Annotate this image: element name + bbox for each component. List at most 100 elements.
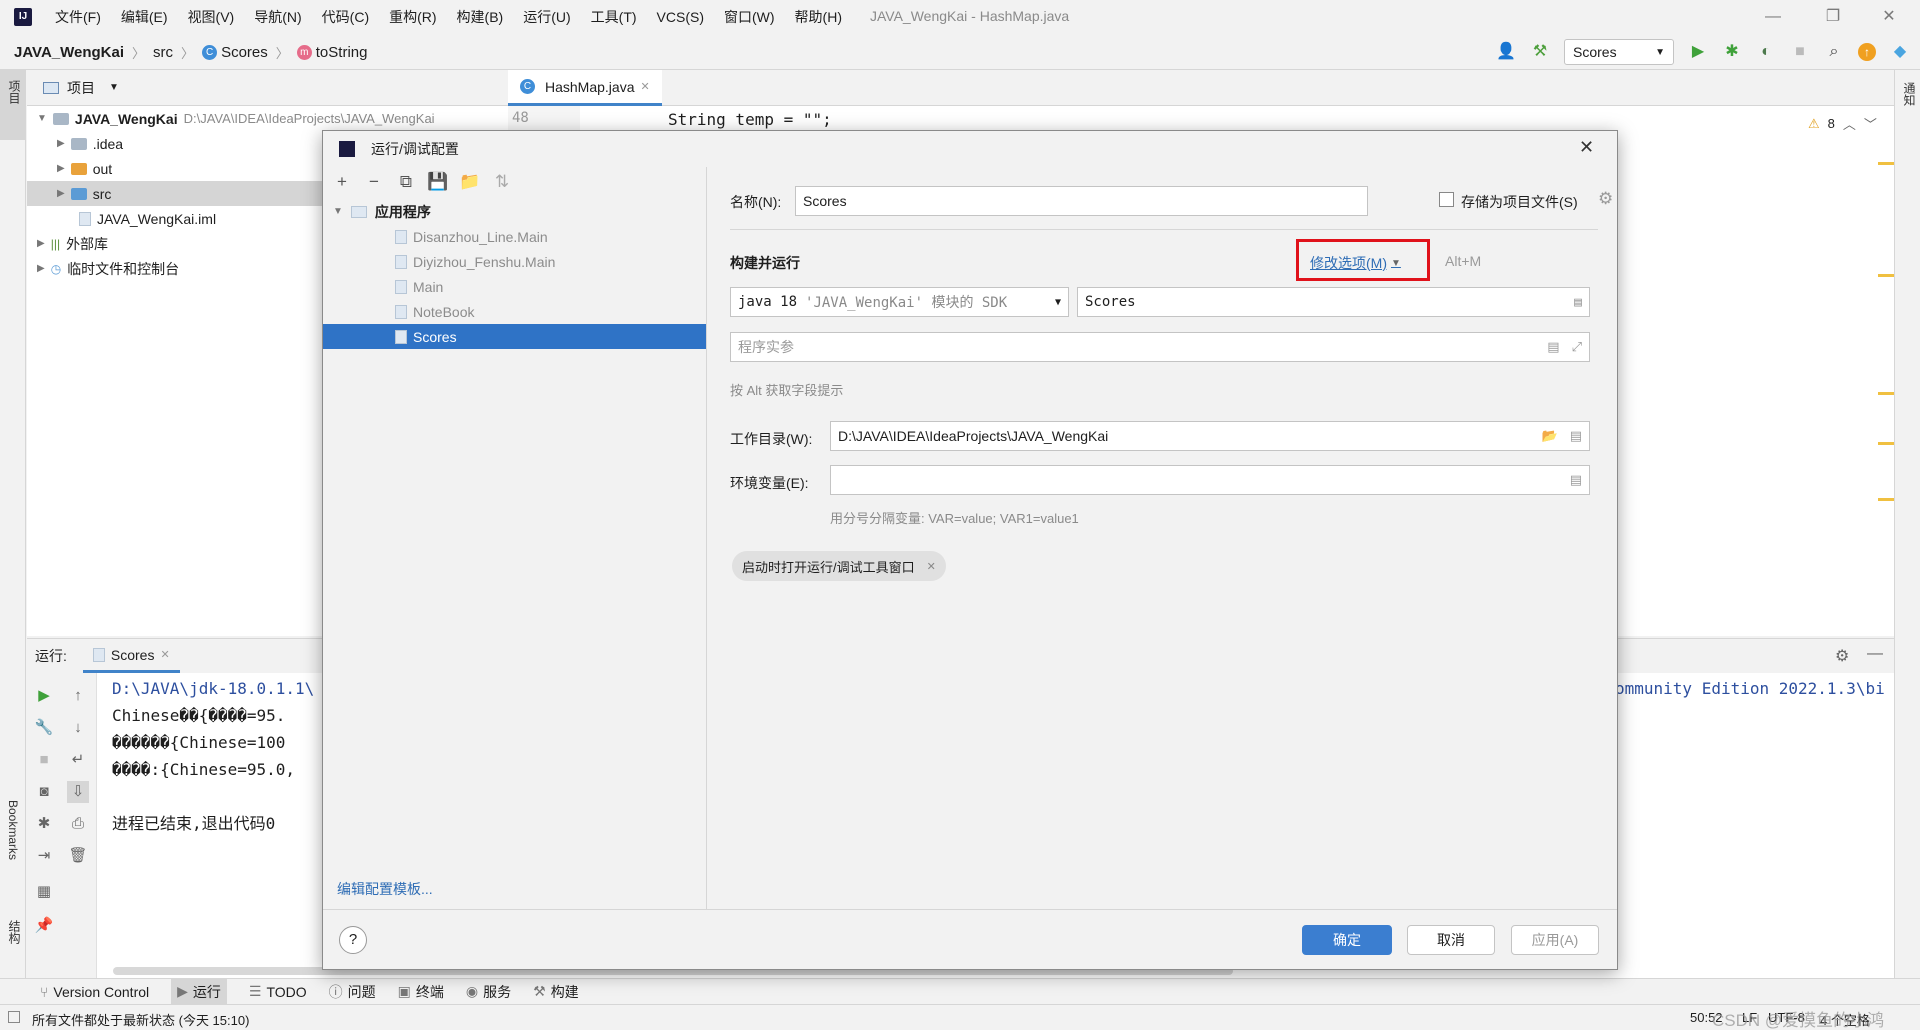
config-group-application[interactable]: ▼ 应用程序	[323, 199, 706, 224]
tool-build[interactable]: ⚒ 构建	[533, 982, 579, 1002]
trash-icon[interactable]: 🗑	[67, 845, 89, 867]
build-hammer-icon[interactable]: ⚒	[1530, 42, 1550, 62]
menu-refactor[interactable]: 重构(R)	[388, 7, 437, 27]
notifications-stripe-tab[interactable]: 通知	[1901, 82, 1918, 106]
soft-wrap-icon[interactable]: ↵	[67, 749, 89, 771]
config-item[interactable]: Disanzhou_Line.Main	[323, 224, 706, 249]
gear-icon[interactable]: ⚙	[1598, 189, 1613, 209]
apply-button[interactable]: 应用(A)	[1511, 925, 1599, 955]
code-line[interactable]: String temp = "";	[668, 110, 832, 129]
coverage-icon[interactable]: ◐	[1756, 42, 1776, 62]
store-as-file-checkbox[interactable]	[1439, 192, 1454, 207]
chevron-down-icon[interactable]: ﹀	[1864, 114, 1877, 133]
workdir-input[interactable]: D:\JAVA\IDEA\IdeaProjects\JAVA_WengKai 📂…	[830, 421, 1590, 451]
config-item[interactable]: Diyizhou_Fenshu.Main	[323, 249, 706, 274]
tool-run[interactable]: ▶ 运行	[171, 978, 227, 1005]
run-tab-scores[interactable]: Scores ✕	[82, 639, 180, 673]
name-input[interactable]: Scores	[795, 186, 1368, 216]
tool-todo[interactable]: ☰ TODO	[249, 983, 307, 1000]
gear-icon[interactable]: ⚙	[1835, 646, 1849, 666]
print-icon[interactable]: ⎙	[67, 813, 89, 835]
open-tool-window-chip[interactable]: 启动时打开运行/调试工具窗口 ✕	[732, 551, 946, 581]
breadcrumb-src[interactable]: src	[153, 44, 173, 61]
wrench-icon[interactable]: 🔧	[33, 717, 55, 739]
rerun-icon[interactable]: ▶	[33, 685, 55, 707]
chevron-down-icon[interactable]: ▼	[109, 82, 119, 93]
restore-button[interactable]: ❐	[1810, 4, 1856, 30]
new-folder-icon[interactable]: 📁	[457, 169, 483, 195]
menu-view[interactable]: 视图(V)	[187, 7, 236, 27]
save-config-icon[interactable]: 💾	[425, 169, 451, 195]
copy-config-icon[interactable]: ⧉	[393, 169, 419, 195]
add-config-icon[interactable]: +	[329, 169, 355, 195]
help-button[interactable]: ?	[339, 926, 367, 954]
insert-macro-icon[interactable]: ▤	[1547, 339, 1559, 355]
close-tab-icon[interactable]: ✕	[641, 80, 650, 93]
tree-root[interactable]: ▼ JAVA_WengKai D:\JAVA\IDEA\IdeaProjects…	[27, 106, 587, 131]
menu-help[interactable]: 帮助(H)	[794, 7, 843, 27]
breadcrumb-project[interactable]: JAVA_WengKai	[14, 44, 124, 61]
sort-icon[interactable]: ⇅	[489, 169, 515, 195]
close-window-button[interactable]: ✕	[1866, 4, 1912, 30]
env-input[interactable]: ▤	[830, 465, 1590, 495]
menu-tools[interactable]: 工具(T)	[590, 7, 638, 27]
bookmarks-stripe-tab[interactable]: Bookmarks	[6, 800, 20, 860]
editor-tab-hashmap[interactable]: C HashMap.java ✕	[508, 70, 662, 106]
menu-window[interactable]: 窗口(W)	[723, 7, 776, 27]
layout-toggle-icon[interactable]	[8, 1011, 20, 1023]
debug-pause-icon[interactable]: ✱	[33, 813, 55, 835]
layout-icon[interactable]: ▦	[33, 881, 55, 903]
stop-icon[interactable]: ■	[33, 749, 55, 771]
config-item[interactable]: Main	[323, 274, 706, 299]
edit-env-icon[interactable]: ▤	[1570, 472, 1582, 488]
tool-version-control[interactable]: ⑂ Version Control	[40, 984, 149, 1000]
inspection-widget[interactable]: ⚠ 8 ︿ ﹀	[1808, 114, 1877, 133]
exit-icon[interactable]: ⇥	[33, 845, 55, 867]
camera-icon[interactable]: ◙	[33, 781, 55, 803]
menu-code[interactable]: 代码(C)	[321, 7, 370, 27]
menu-edit[interactable]: 编辑(E)	[120, 7, 169, 27]
program-args-input[interactable]: 程序实参 ▤ ⤢	[730, 332, 1590, 362]
arrow-down-icon[interactable]: ↓	[67, 717, 89, 739]
cancel-button[interactable]: 取消	[1407, 925, 1495, 955]
menu-vcs[interactable]: VCS(S)	[656, 9, 705, 25]
jdk-selector[interactable]: java 18 'JAVA_WengKai' 模块的 SDK ▼	[730, 287, 1069, 317]
folder-icon[interactable]: 📂	[1542, 428, 1558, 444]
update-icon[interactable]: ↑	[1858, 43, 1876, 61]
tool-services[interactable]: ◉ 服务	[466, 982, 511, 1002]
chevron-up-icon[interactable]: ︿	[1843, 114, 1856, 133]
ok-button[interactable]: 确定	[1302, 925, 1392, 955]
modify-options-link[interactable]: 修改选项(M) ▼	[1310, 253, 1401, 273]
toolbox-icon[interactable]: ◆	[1890, 42, 1910, 62]
remove-config-icon[interactable]: −	[361, 169, 387, 195]
menu-file[interactable]: 文件(F)	[54, 7, 102, 27]
insert-macro-icon[interactable]: ▤	[1570, 428, 1582, 444]
debug-icon[interactable]: ✱	[1722, 42, 1742, 62]
structure-stripe-tab[interactable]: 结构	[6, 920, 23, 944]
breadcrumb-method[interactable]: m toString	[296, 44, 367, 61]
menu-run[interactable]: 运行(U)	[522, 7, 571, 27]
config-item-selected[interactable]: Scores	[323, 324, 706, 349]
menu-build[interactable]: 构建(B)	[456, 7, 505, 27]
minimize-panel-icon[interactable]: —	[1867, 645, 1883, 663]
tool-terminal[interactable]: ▣ 终端	[398, 982, 444, 1002]
edit-templates-link[interactable]: 编辑配置模板...	[337, 879, 433, 899]
pin-icon[interactable]: 📌	[33, 915, 55, 937]
browse-class-icon[interactable]: ▤	[1574, 295, 1582, 310]
close-tab-icon[interactable]: ✕	[160, 648, 169, 661]
menu-navigate[interactable]: 导航(N)	[253, 7, 302, 27]
project-panel-title[interactable]: 项目	[67, 78, 95, 98]
run-config-selector[interactable]: Scores ▼	[1564, 39, 1674, 65]
console-output[interactable]: D:\JAVA\jdk-18.0.1.1\ Chinese��{����=95.…	[112, 675, 314, 837]
dialog-close-icon[interactable]: ✕	[1579, 137, 1594, 158]
arrow-up-icon[interactable]: ↑	[67, 685, 89, 707]
breadcrumb-class[interactable]: C Scores	[202, 44, 268, 61]
config-item[interactable]: NoteBook	[323, 299, 706, 324]
minimize-button[interactable]: —	[1750, 4, 1796, 30]
run-icon[interactable]: ▶	[1688, 42, 1708, 62]
stop-icon[interactable]: ■	[1790, 42, 1810, 62]
search-icon[interactable]: ⌕	[1824, 42, 1844, 62]
scroll-to-end-icon[interactable]: ⇩	[67, 781, 89, 803]
main-class-input[interactable]: Scores ▤	[1077, 287, 1590, 317]
user-icon[interactable]: 👤	[1496, 42, 1516, 62]
